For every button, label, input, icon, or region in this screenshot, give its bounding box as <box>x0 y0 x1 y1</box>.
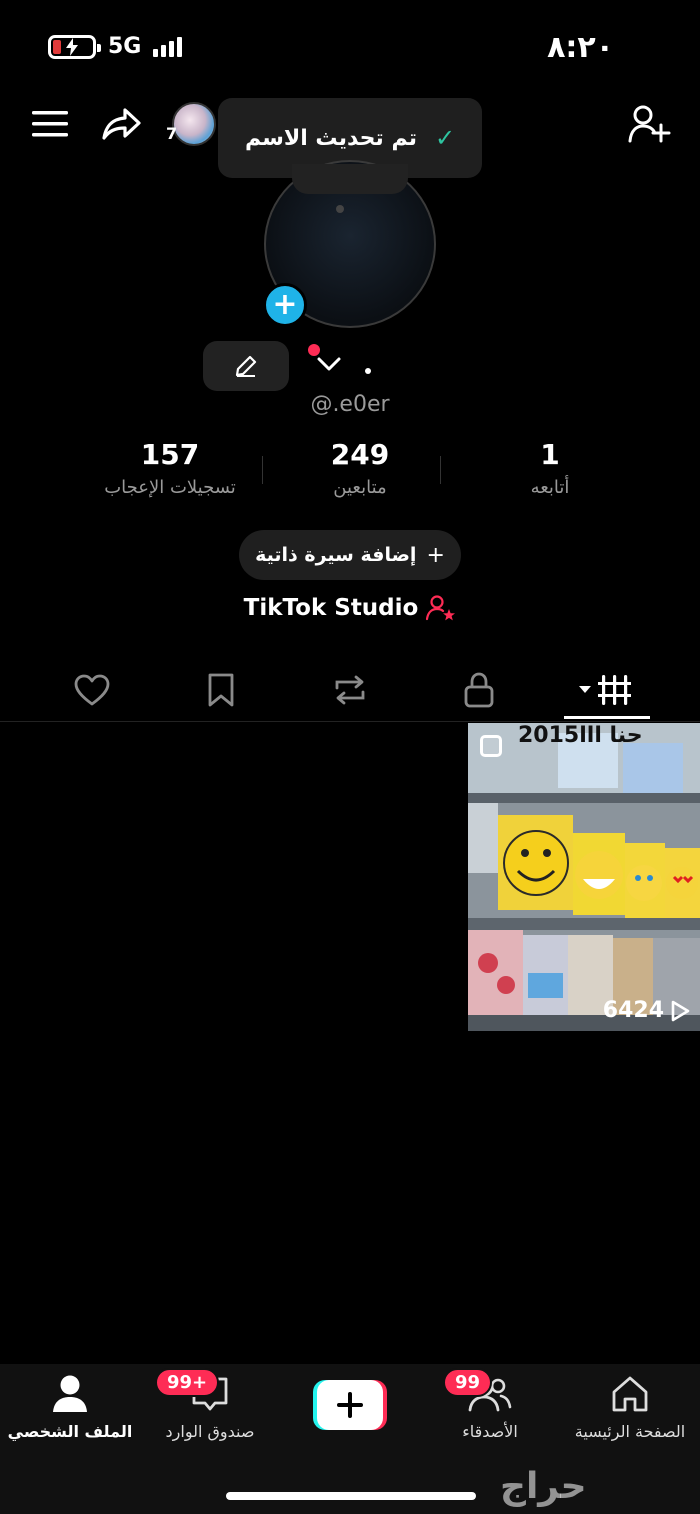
bookmark-icon <box>208 673 234 707</box>
following-count: 1 <box>540 438 560 471</box>
network-label: 5G <box>108 34 142 59</box>
nav-home[interactable]: الصفحة الرئيسية <box>560 1374 700 1441</box>
add-photo-button[interactable]: + <box>263 283 307 327</box>
profile-stats: 157 تسجيلات الإعجاب 249 متابعين 1 أتابعه <box>80 438 640 498</box>
create-plus-icon <box>313 1380 387 1430</box>
lock-icon <box>464 672 494 708</box>
username: @.e0er <box>310 392 390 417</box>
followers-label: متابعين <box>333 477 387 498</box>
stat-divider <box>440 456 441 484</box>
views-count: 6424 <box>602 998 664 1023</box>
friends-badge: 99 <box>443 1368 493 1397</box>
tab-videos[interactable] <box>567 660 647 720</box>
bubble-dot <box>336 205 344 213</box>
display-name <box>365 368 371 374</box>
create-button[interactable] <box>313 1380 387 1430</box>
tab-liked[interactable] <box>52 660 132 720</box>
watermark-logo: حراج <box>500 1466 587 1507</box>
story-count: 7 <box>166 124 178 143</box>
content-tabs <box>0 660 700 722</box>
tab-reposts[interactable] <box>310 660 390 720</box>
share-icon[interactable] <box>100 104 144 144</box>
nav-friends-label: الأصدقاء <box>462 1422 518 1441</box>
nav-inbox-label: صندوق الوارد <box>165 1422 255 1441</box>
plus-icon: + <box>426 542 445 568</box>
nav-home-label: الصفحة الرئيسية <box>574 1422 686 1441</box>
stat-likes[interactable]: 157 تسجيلات الإعجاب <box>80 438 260 498</box>
tiktok-studio-link[interactable]: TikTok Studio <box>0 594 700 622</box>
status-indicators: 5G <box>48 34 183 59</box>
video-caption: 2015حنا ااا <box>518 723 643 748</box>
active-tab-indicator <box>564 716 650 719</box>
studio-label: TikTok Studio <box>243 595 419 621</box>
tab-private[interactable] <box>439 660 519 720</box>
add-friend-icon[interactable] <box>626 102 672 146</box>
likes-count: 157 <box>140 438 200 471</box>
story-bubble <box>292 164 408 194</box>
inbox-badge: 99+ <box>155 1368 220 1397</box>
chevron-down-icon[interactable] <box>316 354 342 378</box>
stat-followers[interactable]: 249 متابعين <box>270 438 450 498</box>
video-views: 6424 <box>603 998 690 1023</box>
toast-text: تم تحديث الاسم <box>244 125 417 151</box>
thumbnail-image <box>468 723 700 1031</box>
stat-following[interactable]: 1 أتابعه <box>460 438 640 498</box>
story-avatar[interactable] <box>172 102 216 146</box>
select-checkbox[interactable] <box>480 735 502 757</box>
heart-icon <box>74 674 110 706</box>
likes-label: تسجيلات الإعجاب <box>104 477 236 498</box>
bio-label: إضافة سيرة ذاتية <box>255 544 417 566</box>
creator-star-icon <box>426 595 456 621</box>
pencil-icon <box>235 355 257 377</box>
stat-divider <box>262 456 263 484</box>
home-indicator[interactable] <box>226 1492 476 1500</box>
repost-icon <box>335 675 365 705</box>
status-time: ٨:٢٠ <box>547 30 614 65</box>
profile-icon <box>53 1375 87 1412</box>
battery-icon <box>48 34 101 59</box>
home-icon <box>612 1376 648 1412</box>
tab-saved[interactable] <box>181 660 261 720</box>
following-label: أتابعه <box>530 477 570 498</box>
menu-icon[interactable] <box>30 106 70 142</box>
videos-grid-icon <box>579 675 631 705</box>
signal-icon <box>153 36 183 57</box>
check-icon: ✓ <box>434 124 456 152</box>
nav-profile[interactable]: الملف الشخصي <box>0 1374 140 1441</box>
edit-name-button[interactable] <box>203 341 289 391</box>
nav-profile-label: الملف الشخصي <box>7 1422 133 1441</box>
video-thumbnail[interactable]: 2015حنا ااا 6424 <box>468 723 700 1031</box>
add-bio-button[interactable]: إضافة سيرة ذاتية + <box>239 530 461 580</box>
play-icon <box>671 1000 690 1021</box>
followers-count: 249 <box>330 438 390 471</box>
